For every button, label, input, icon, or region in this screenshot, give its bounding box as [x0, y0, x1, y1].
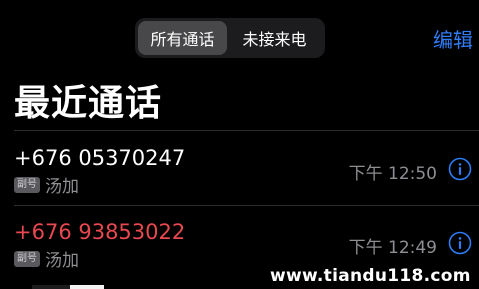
tab-missed-calls[interactable]: 未接来电 — [227, 21, 322, 55]
secondary-line-badge: 副号 — [14, 176, 40, 193]
call-filter-segmented-control: 所有通话 未接来电 — [135, 18, 325, 58]
secondary-line-badge: 副号 — [14, 250, 40, 267]
watermark: www.tiandu118.com — [270, 266, 471, 286]
call-subtitle: 副号 汤加 — [14, 246, 79, 271]
call-time: 下午 12:50 — [348, 164, 437, 184]
call-number[interactable]: +676 93853022 — [14, 220, 185, 244]
call-number[interactable]: +676 05370247 — [14, 146, 185, 170]
edit-button[interactable]: 编辑 — [433, 24, 473, 53]
call-location: 汤加 — [45, 251, 79, 271]
page-title: 最近通话 — [14, 83, 163, 124]
call-subtitle: 副号 汤加 — [14, 172, 79, 197]
call-time: 下午 12:49 — [348, 238, 437, 258]
tab-all-calls[interactable]: 所有通话 — [138, 21, 227, 55]
info-icon[interactable] — [448, 231, 472, 255]
info-icon[interactable] — [448, 157, 472, 181]
divider — [14, 130, 479, 131]
partial-row-stub — [32, 285, 104, 289]
divider — [14, 205, 479, 206]
call-location: 汤加 — [45, 177, 79, 197]
